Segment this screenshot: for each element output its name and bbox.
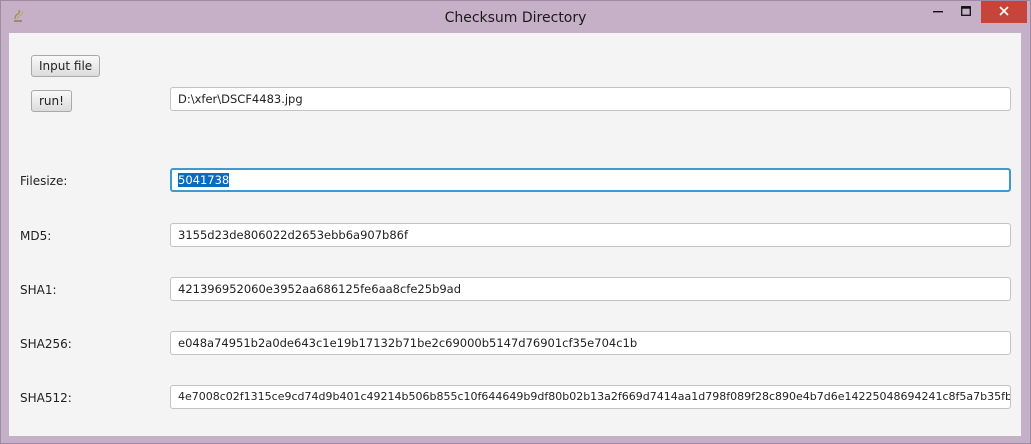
sha256-label: SHA256: [20,337,72,351]
app-window: Checksum Directory Input file run! D:\xf… [0,0,1031,444]
run-button[interactable]: run! [31,90,72,112]
md5-label: MD5: [20,229,52,243]
file-path-field[interactable]: D:\xfer\DSCF4483.jpg [170,87,1011,111]
filesize-field[interactable]: 5041738 [170,168,1011,192]
filesize-value: 5041738 [178,173,230,187]
close-icon [999,5,1009,19]
filesize-label: Filesize: [20,174,68,188]
main-panel: Input file run! D:\xfer\DSCF4483.jpg Fil… [9,33,1021,436]
sha512-field[interactable]: 4e7008c02f1315ce9cd74d9b401c49214b506b85… [170,385,1011,409]
sha1-label: SHA1: [20,283,57,297]
title-bar[interactable]: Checksum Directory [1,1,1030,33]
sha512-label: SHA512: [20,391,72,405]
window-title: Checksum Directory [444,10,587,26]
sha256-field[interactable]: e048a74951b2a0de643c1e19b17132b71be2c690… [170,331,1011,355]
maximize-button[interactable] [952,1,980,23]
maximize-icon [961,5,971,19]
sha1-field[interactable]: 421396952060e3952aa686125fe6aa8cfe25b9ad [170,277,1011,301]
minimize-button[interactable] [923,1,953,23]
close-button[interactable] [981,1,1027,23]
md5-field[interactable]: 3155d23de806022d2653ebb6a907b86f [170,223,1011,247]
input-file-button[interactable]: Input file [31,55,101,77]
minimize-icon [933,5,943,19]
